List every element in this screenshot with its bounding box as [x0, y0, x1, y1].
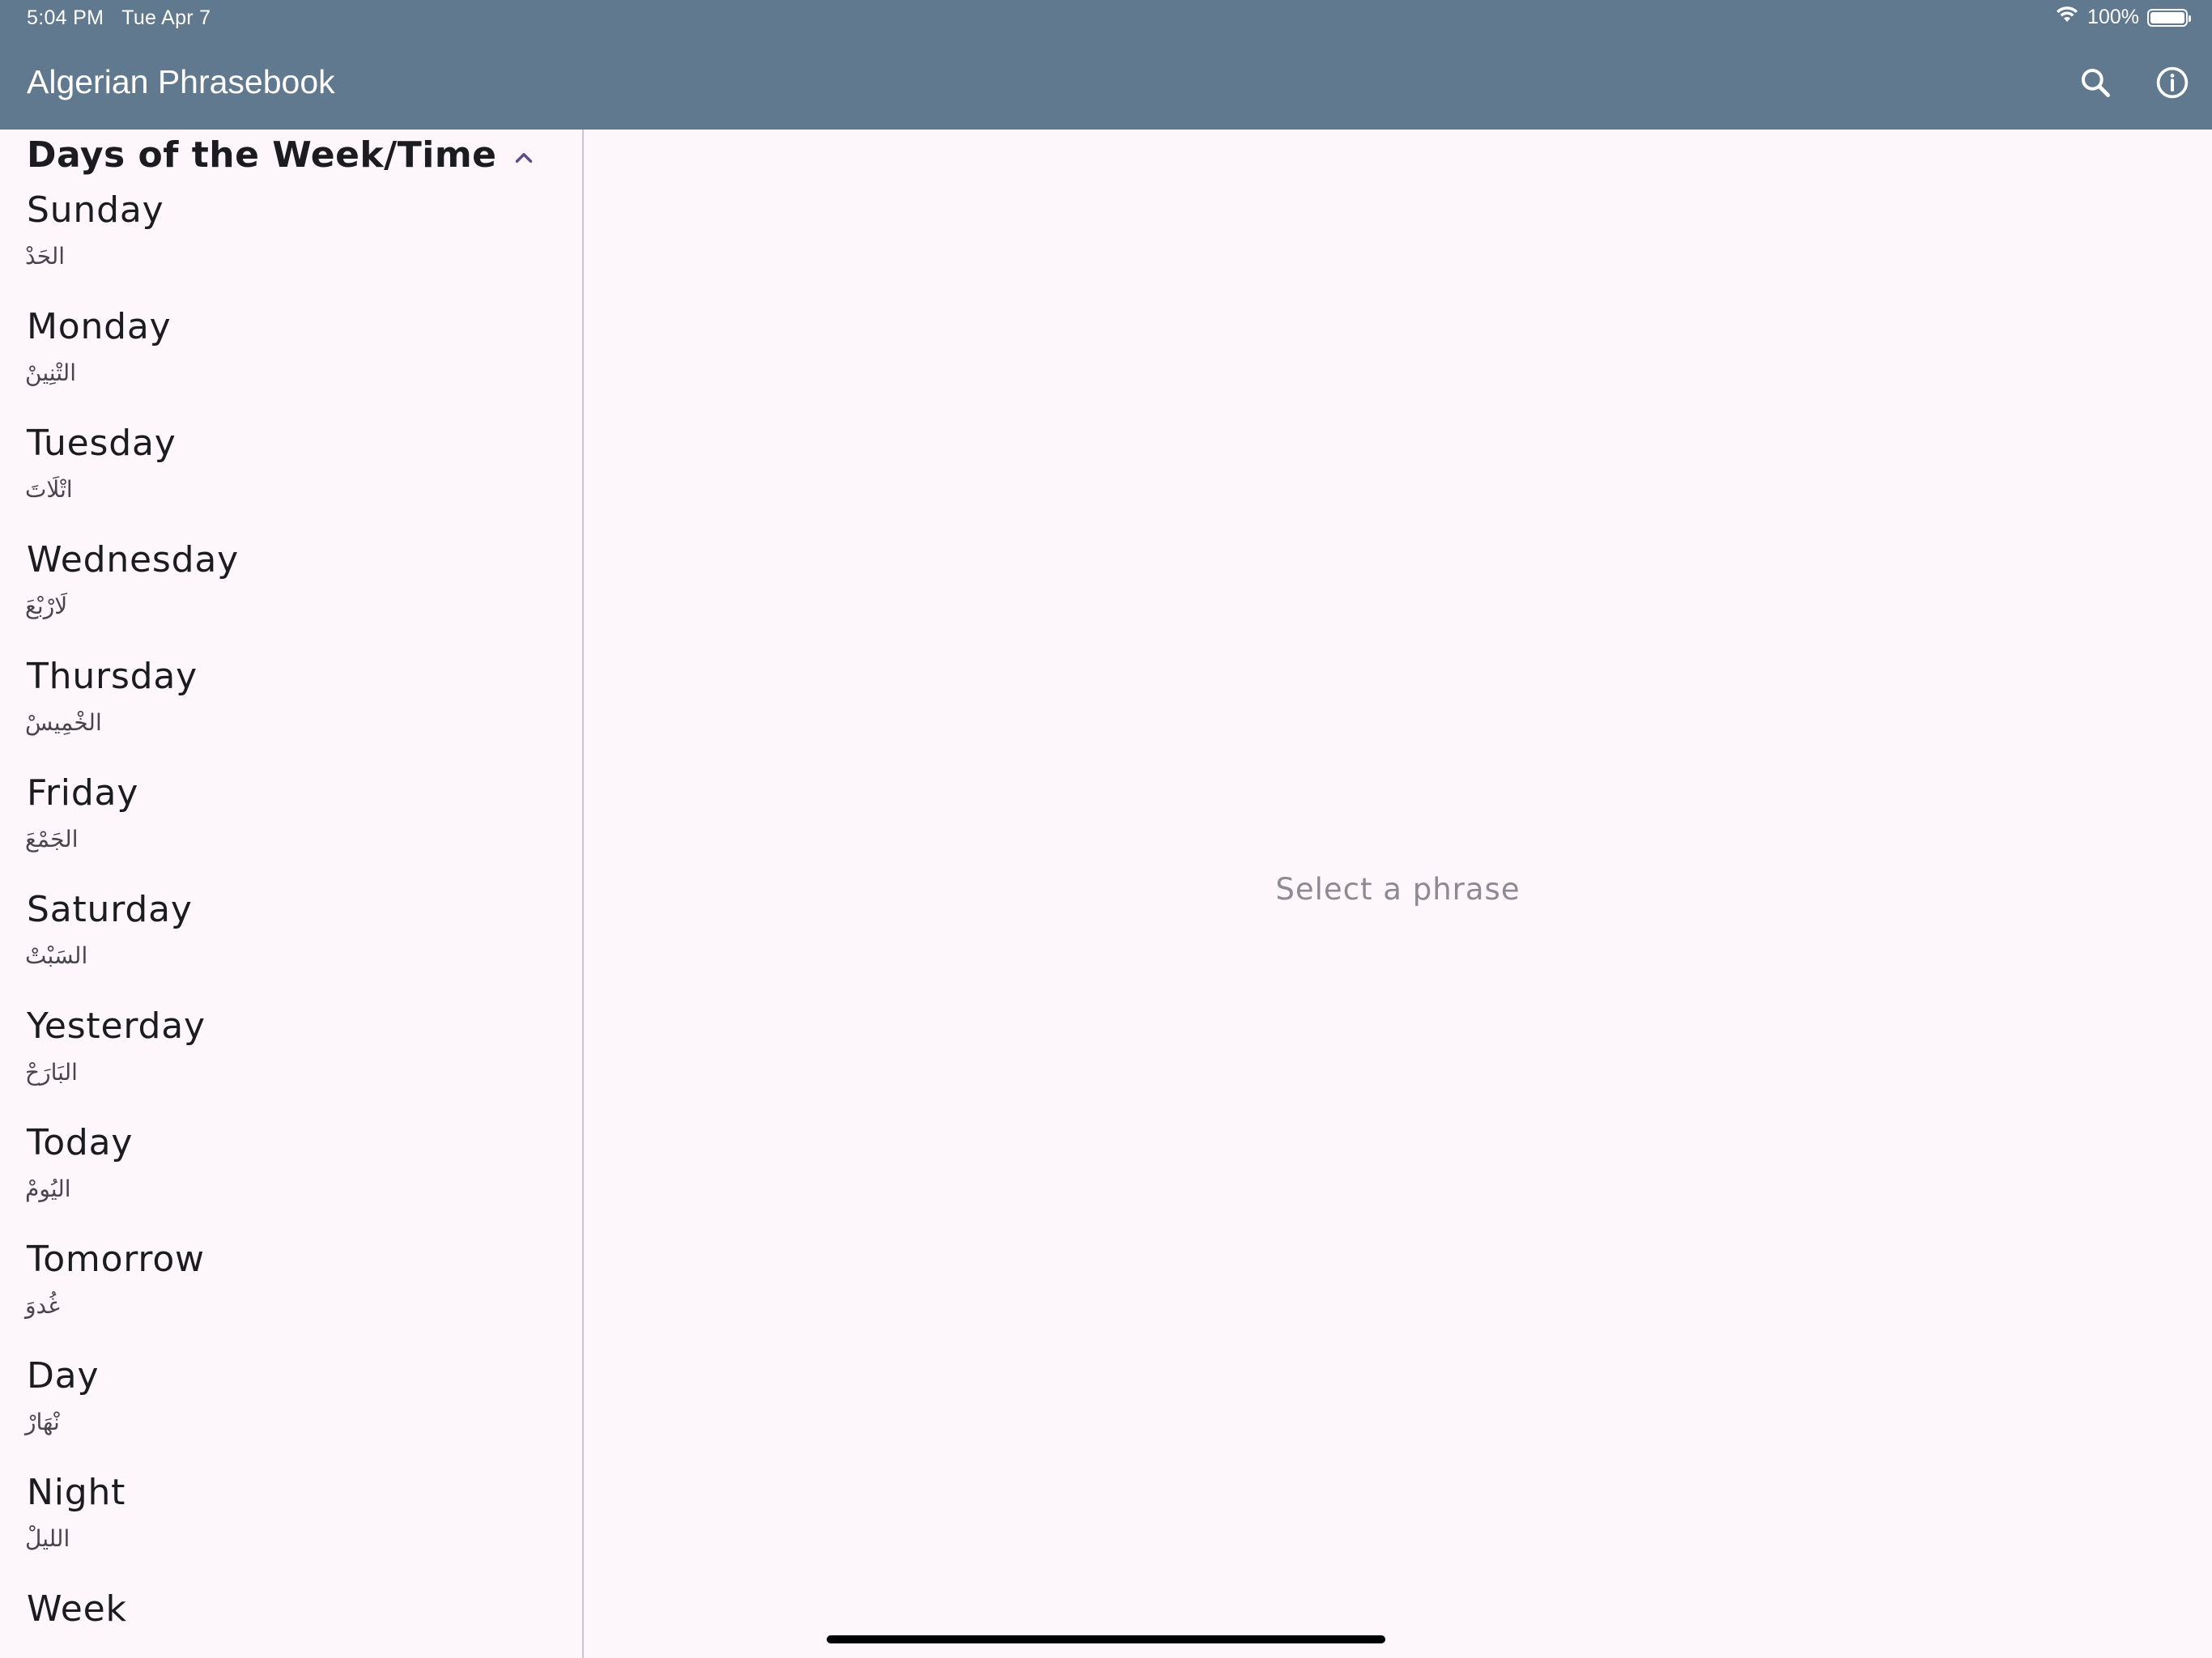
list-item[interactable]: Tuesday اتْلَاتَ [0, 421, 582, 538]
wifi-icon [2055, 6, 2079, 29]
phrase-english: Tomorrow [27, 1239, 205, 1280]
phrase-english: Today [27, 1122, 134, 1163]
phrase-english: Day [27, 1355, 100, 1397]
phrase-arabic: البَارَحْ [25, 1059, 78, 1086]
list-item[interactable]: Today اليُومْ [0, 1120, 582, 1237]
phrase-arabic: اليُومْ [25, 1175, 71, 1202]
phrase-arabic: الخْمِيسْ [25, 709, 102, 736]
home-indicator[interactable] [827, 1635, 1385, 1643]
list-item[interactable]: Night الليلْ [0, 1470, 582, 1587]
phrase-arabic: لَارْبْعَ [25, 593, 68, 619]
phrase-list-pane: Days of the Week/Time Sunday الحَدْ Mond… [0, 130, 582, 1658]
phrase-list: Sunday الحَدْ Monday التْنِينْ Tuesday ا… [0, 188, 582, 1658]
phrase-english: Wednesday [27, 539, 239, 580]
list-item[interactable]: Monday التْنِينْ [0, 304, 582, 421]
phrase-arabic: اتْلَاتَ [25, 476, 73, 503]
list-item[interactable]: Tomorrow غُدوَ [0, 1237, 582, 1354]
phrase-english: Friday [27, 772, 139, 814]
list-item[interactable]: Wednesday لَارْبْعَ [0, 538, 582, 654]
phrase-arabic: الليلْ [25, 1525, 70, 1552]
search-icon[interactable] [2078, 65, 2113, 100]
app-title: Algerian Phrasebook [27, 63, 335, 100]
section-title: Days of the Week/Time [27, 134, 497, 176]
phrase-english: Saturday [27, 889, 193, 930]
battery-percentage: 100% [2087, 6, 2139, 28]
phrase-english: Monday [27, 306, 172, 347]
battery-icon [2147, 8, 2191, 27]
list-item[interactable]: Friday الجَمْعَ [0, 771, 582, 887]
status-time: 5:04 PM [27, 6, 104, 29]
phrase-english: Yesterday [27, 1005, 206, 1047]
list-item[interactable]: Sunday الحَدْ [0, 188, 582, 304]
list-item[interactable]: Day نْهَارْ [0, 1354, 582, 1470]
list-item[interactable]: Yesterday البَارَحْ [0, 1004, 582, 1120]
section-header[interactable]: Days of the Week/Time [0, 130, 582, 188]
detail-pane: Select a phrase [584, 130, 2212, 1658]
list-item[interactable]: Saturday السَبْتْ [0, 887, 582, 1004]
status-bar-time: 5:04 PM Tue Apr 7 [27, 6, 228, 30]
phrase-arabic: نْهَارْ [25, 1409, 60, 1435]
status-date: Tue Apr 7 [121, 6, 211, 29]
info-icon[interactable] [2155, 65, 2190, 100]
phrase-arabic: الحَدْ [25, 243, 66, 270]
top-bar: 5:04 PM Tue Apr 7 100% Algerian Phraseboo… [0, 0, 2212, 130]
list-item[interactable]: Thursday الخْمِيسْ [0, 654, 582, 771]
status-bar-right: 100% [2055, 6, 2191, 29]
phrase-arabic: السَبْتْ [25, 942, 88, 969]
phrase-english: Tuesday [27, 423, 177, 464]
phrase-english: Night [27, 1472, 126, 1513]
phrase-arabic: الجَمْعَ [25, 826, 79, 852]
phrase-english: Sunday [27, 189, 164, 231]
list-item[interactable]: Week [0, 1587, 582, 1658]
phrase-english: Week [27, 1588, 127, 1630]
phrase-arabic: التْنِينْ [25, 359, 76, 386]
phrase-english: Thursday [27, 656, 198, 697]
phrase-arabic: غُدوَ [25, 1292, 60, 1319]
chevron-up-icon[interactable] [510, 144, 538, 172]
battery-level [2150, 11, 2184, 23]
empty-detail-placeholder: Select a phrase [1275, 872, 1521, 907]
